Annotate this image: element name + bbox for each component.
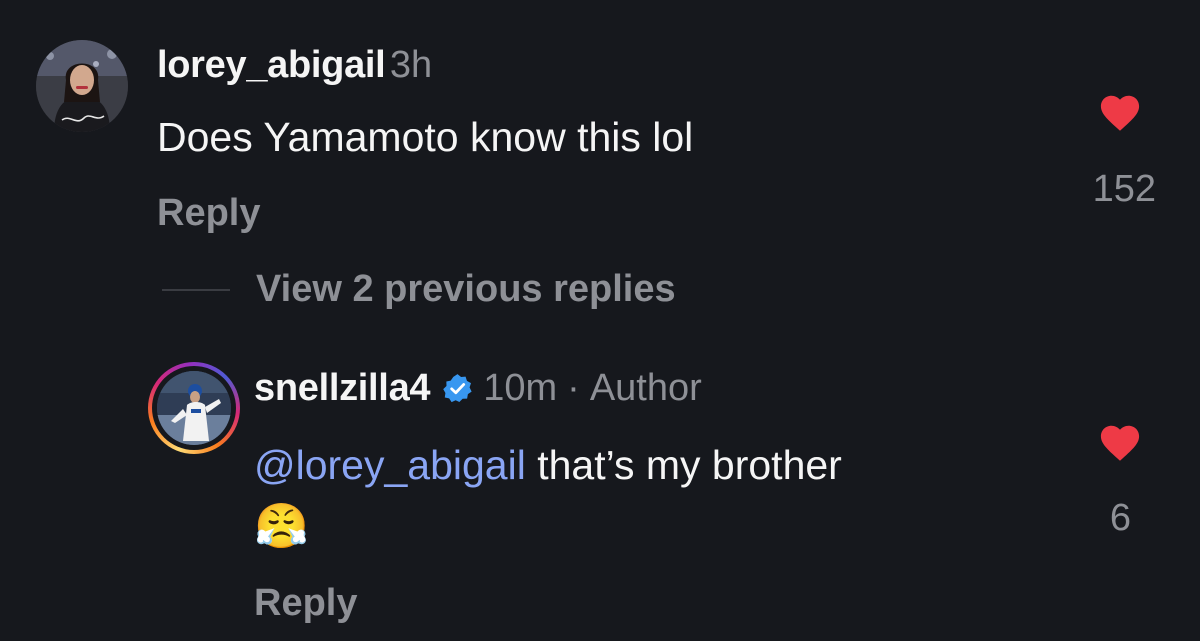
reply-like-button[interactable] <box>1097 420 1143 467</box>
steam-from-nose-emoji: 😤 <box>254 502 309 551</box>
profile-photo-icon <box>36 40 128 132</box>
author-avatar <box>157 371 231 445</box>
reply-header: snellzilla4 10m · Author <box>254 367 702 410</box>
reply-timestamp: 10m <box>483 367 558 409</box>
view-previous-replies-button[interactable]: View 2 previous replies <box>256 268 676 311</box>
reply-like-count: 6 <box>1109 497 1131 539</box>
author-label: Author <box>589 367 702 409</box>
comment-timestamp: 3h <box>389 44 433 86</box>
comment-header: lorey_abigail 3h <box>157 44 432 87</box>
comment-text: Does Yamamoto know this lol <box>157 114 694 160</box>
heart-filled-icon <box>1100 425 1140 461</box>
verified-badge-icon <box>442 373 473 404</box>
reply-username[interactable]: snellzilla4 <box>254 367 431 410</box>
heart-filled-icon <box>1100 95 1140 131</box>
reply-message: that’s my brother <box>537 442 842 488</box>
author-avatar-story-ring[interactable] <box>148 362 240 454</box>
profile-photo-icon <box>157 371 231 445</box>
commenter-avatar[interactable] <box>36 40 128 132</box>
reply-text: @lorey_abigail that’s my brother <box>254 442 842 489</box>
comment-like-button[interactable] <box>1097 90 1143 137</box>
comment-reply-button[interactable]: Reply <box>157 192 260 235</box>
mention-link[interactable]: @lorey_abigail <box>254 442 526 488</box>
reply-reply-button[interactable]: Reply <box>254 582 357 625</box>
comment-like-count: 152 <box>1092 168 1156 210</box>
comment-username[interactable]: lorey_abigail <box>157 44 386 86</box>
header-separator: · <box>567 367 580 409</box>
thread-divider-line <box>162 289 230 291</box>
